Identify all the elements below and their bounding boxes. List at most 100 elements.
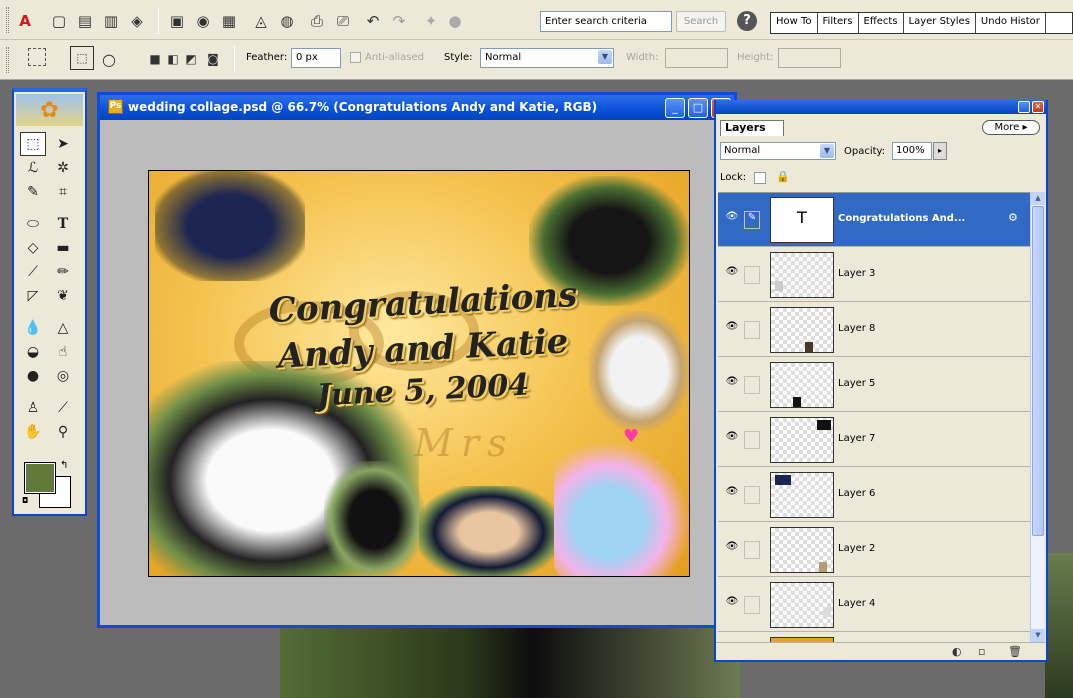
eye-icon[interactable]: 👁 — [724, 266, 740, 280]
antialiased-checkbox[interactable] — [350, 52, 361, 63]
red-eye-icon[interactable]: ● — [444, 10, 466, 32]
layer-row[interactable]: 👁 Layer 8 — [718, 303, 1032, 357]
layer-row[interactable]: 👁 Layer 7 — [718, 413, 1032, 467]
eye-icon[interactable]: 👁 — [724, 376, 740, 390]
eye-icon[interactable]: 👁 — [724, 321, 740, 335]
link-box[interactable] — [744, 541, 760, 559]
clone-stamp-icon[interactable]: ♙ — [20, 396, 46, 420]
gradient-tool-icon[interactable]: ▬ — [50, 236, 76, 260]
palette-close-button[interactable]: ✕ — [1032, 101, 1044, 113]
subtract-selection-icon[interactable]: ◩ — [180, 48, 202, 70]
document-title-bar[interactable]: Ps wedding collage.psd @ 66.7% (Congratu… — [100, 95, 734, 120]
link-box[interactable] — [744, 266, 760, 284]
maximize-button[interactable]: □ — [688, 98, 708, 118]
dodge-tool-icon[interactable]: ● — [20, 364, 46, 388]
well-how-to[interactable]: How To — [771, 13, 818, 33]
swap-colors-icon[interactable]: ↰ — [60, 460, 68, 471]
scroll-thumb[interactable] — [1032, 206, 1044, 536]
help-icon[interactable]: ? — [737, 11, 757, 31]
eye-icon[interactable]: 👁 — [724, 431, 740, 445]
sponge-tool-icon[interactable]: ◒ — [20, 340, 46, 364]
toolbar-grip[interactable] — [6, 7, 9, 33]
search-photo-icon[interactable]: ◍ — [276, 10, 298, 32]
feather-field[interactable]: 0 px — [291, 48, 341, 68]
redo-icon[interactable]: ↷ — [388, 10, 410, 32]
hand-tool-icon[interactable]: ✋ — [20, 420, 46, 444]
layers-scrollbar[interactable]: ▲ ▼ — [1030, 192, 1045, 642]
red-eye-tool-icon[interactable]: ◎ — [50, 364, 76, 388]
layer-row[interactable]: 👁 Layer 5 — [718, 358, 1032, 412]
more-button[interactable]: More ▸ — [982, 120, 1040, 135]
quick-fix-icon[interactable]: ✦ — [420, 10, 442, 32]
search-input[interactable] — [540, 11, 672, 32]
new-layer-icon[interactable]: ▫ — [978, 645, 985, 658]
tab-layers[interactable]: Layers — [720, 120, 784, 136]
palette-minimize-button[interactable] — [1018, 101, 1030, 113]
ellipse-marquee-icon[interactable]: ○ — [98, 48, 120, 70]
style-select[interactable]: Normal ▼ — [480, 48, 614, 68]
print-preview-icon[interactable]: ⎚ — [332, 10, 354, 32]
layer-row[interactable]: 👁 ✎ T Congratulations And... ⚙ — [718, 193, 1032, 247]
lock-icon[interactable]: 🔒 — [776, 170, 790, 183]
link-box[interactable] — [744, 376, 760, 394]
save-icon[interactable]: ▣ — [166, 10, 188, 32]
lock-transparency-checkbox[interactable] — [754, 172, 766, 184]
marquee-preset-icon[interactable] — [28, 48, 46, 66]
print-icon[interactable]: ⎙ — [306, 10, 328, 32]
layer-style-icon[interactable]: ⚙ — [1008, 211, 1018, 224]
scroll-up-icon[interactable]: ▲ — [1031, 192, 1045, 205]
sharpen-tool-icon[interactable]: △ — [50, 316, 76, 340]
lasso-tool-icon[interactable]: ℒ — [20, 156, 46, 180]
eraser-tool-icon[interactable]: ◸ — [20, 284, 46, 308]
search-button[interactable]: Search — [676, 11, 726, 32]
pdf-icon[interactable]: ▦ — [218, 10, 240, 32]
text-tool-icon[interactable]: T — [50, 212, 76, 236]
rect-marquee-icon[interactable]: ⬚ — [70, 46, 94, 70]
history-brush-icon[interactable]: ❦ — [50, 284, 76, 308]
file-browser-icon[interactable]: ◈ — [126, 10, 148, 32]
move-tool-icon[interactable]: ➤ — [50, 132, 76, 156]
smudge-tool-icon[interactable]: ☝ — [50, 340, 76, 364]
opacity-field[interactable]: 100% — [892, 142, 932, 160]
paint-bucket-icon[interactable]: ◇ — [20, 236, 46, 260]
foreground-color-swatch[interactable] — [24, 462, 56, 494]
layer-row[interactable]: 👁 Layer 4 — [718, 578, 1032, 632]
well-effects[interactable]: Effects — [859, 13, 904, 33]
browse-icon[interactable]: ▥ — [100, 10, 122, 32]
trash-icon[interactable]: 🗑 — [1008, 645, 1022, 658]
undo-icon[interactable]: ↶ — [362, 10, 384, 32]
eye-icon[interactable]: 👁 — [724, 486, 740, 500]
height-field[interactable] — [778, 48, 841, 68]
attach-icon[interactable]: ◬ — [250, 10, 272, 32]
scroll-down-icon[interactable]: ▼ — [1031, 629, 1045, 642]
save-web-icon[interactable]: ◉ — [192, 10, 214, 32]
eye-icon[interactable]: 👁 — [724, 596, 740, 610]
magic-wand-tool-icon[interactable]: ✲ — [50, 156, 76, 180]
link-box[interactable] — [744, 486, 760, 504]
shape-tool-icon[interactable]: ⬭ — [20, 212, 46, 236]
adobe-logo-icon[interactable]: A — [14, 10, 36, 32]
well-undo-history[interactable]: Undo Histor — [976, 13, 1046, 33]
new-file-icon[interactable]: ▢ — [48, 10, 70, 32]
eyedropper-tool-icon[interactable]: ⟋ — [50, 396, 76, 420]
width-field[interactable] — [665, 48, 728, 68]
crop-tool-icon[interactable]: ⌗ — [50, 180, 76, 204]
open-icon[interactable]: ▤ — [74, 10, 96, 32]
well-layer-styles[interactable]: Layer Styles — [904, 13, 976, 33]
options-grip[interactable] — [6, 47, 9, 73]
eye-icon[interactable]: 👁 — [724, 541, 740, 555]
minimize-button[interactable]: _ — [665, 98, 685, 118]
opacity-slider-button[interactable]: ▸ — [933, 142, 947, 160]
rect-marquee-tool-icon[interactable]: ⬚ — [20, 132, 46, 156]
layer-row[interactable]: 👁 Layer 3 — [718, 248, 1032, 302]
zoom-tool-icon[interactable]: ⚲ — [50, 420, 76, 444]
layer-row[interactable]: 👁 Layer 6 — [718, 468, 1032, 522]
canvas-artwork[interactable]: Mr & Mrs ♥ Congratulations Andy and Kati… — [148, 170, 690, 577]
intersect-selection-icon[interactable]: ◙ — [202, 48, 224, 70]
pencil-tool-icon[interactable]: ✏ — [50, 260, 76, 284]
selection-brush-icon[interactable]: ✎ — [20, 180, 46, 204]
blend-mode-select[interactable]: Normal ▼ — [720, 142, 836, 160]
brush-link-icon[interactable]: ✎ — [744, 211, 760, 229]
link-box[interactable] — [744, 596, 760, 614]
default-colors-icon[interactable]: ◘ — [22, 496, 28, 505]
